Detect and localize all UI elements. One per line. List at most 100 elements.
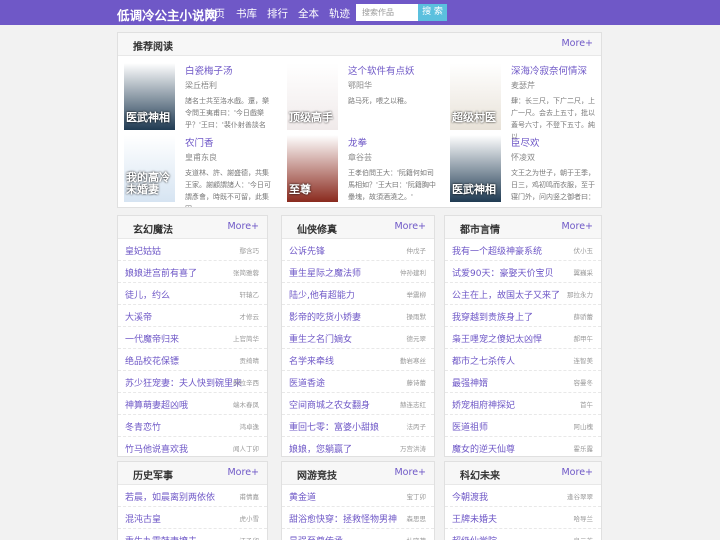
list-item[interactable]: 名学来牵线 勤岩寒丝 — [282, 349, 434, 371]
book-title[interactable]: 龙拳 — [348, 135, 367, 149]
list-item[interactable]: 皇妃姑姑 鄢含巧 — [118, 239, 267, 261]
list-item-title[interactable]: 若晨，如晨离别两依依 — [125, 490, 215, 503]
list-item[interactable]: 重生九零韩妻撩夫 江乙卯 — [118, 529, 267, 540]
list-item-title[interactable]: 神算萌妻超凶哦 — [125, 398, 188, 411]
book-cover-image[interactable]: 超级村医 — [450, 63, 501, 130]
nav-library[interactable]: 书库 — [236, 6, 257, 21]
list-item-title[interactable]: 公主在上，故国太子又来了 — [452, 288, 560, 301]
list-item[interactable]: 冬青恋竹 鸿卓逸 — [118, 415, 267, 437]
list-item[interactable]: 最强至尊传承 杜晓荷 — [282, 529, 434, 540]
list-item[interactable]: 我有一个超级神豪系统 伏小玉 — [445, 239, 601, 261]
category-more-link[interactable]: More+ — [561, 467, 593, 478]
book-title[interactable]: 农门香 — [185, 135, 214, 149]
list-item[interactable]: 公诉先锋 仲戊子 — [282, 239, 434, 261]
book-cover-image[interactable]: 医武神相 — [124, 63, 175, 130]
list-item-title[interactable]: 重生之名门嫡女 — [289, 332, 352, 345]
list-item-title[interactable]: 竹马他说喜欢我 — [125, 442, 188, 455]
category-more-link[interactable]: More+ — [394, 467, 426, 478]
search-input[interactable] — [356, 4, 418, 21]
list-item[interactable]: 医道祖师 阿山槐 — [445, 415, 601, 437]
list-item-title[interactable]: 绝品校花保镖 — [125, 354, 179, 367]
book-title[interactable]: 深海冷寂奈何情深 — [511, 63, 587, 77]
list-item-title[interactable]: 枭王嚜宠之傻妃太凶悍 — [452, 332, 542, 345]
list-item-title[interactable]: 影帝的吃货小娇妻 — [289, 310, 361, 323]
search-button[interactable]: 搜 索 — [418, 4, 447, 21]
list-item-title[interactable]: 重生九零韩妻撩夫 — [125, 534, 197, 540]
category-more-link[interactable]: More+ — [227, 467, 259, 478]
list-item[interactable]: 魔女的逆天仙尊 霍乐露 — [445, 437, 601, 456]
book-title[interactable]: 这个软件有点妖 — [348, 63, 415, 77]
site-logo[interactable]: 低调冷公主小说网 — [117, 5, 217, 24]
list-item-title[interactable]: 重回七零：富婆小甜娘 — [289, 420, 379, 433]
list-item[interactable]: 重回七零：富婆小甜娘 法丙子 — [282, 415, 434, 437]
list-item-title[interactable]: 大溪帝 — [125, 310, 152, 323]
list-item[interactable]: 娇宠相府神探妃 首午 — [445, 393, 601, 415]
list-item[interactable]: 今朝渡我 逢谷翠翠 — [445, 485, 601, 507]
list-item[interactable]: 若晨，如晨离别两依依 甫情嘉 — [118, 485, 267, 507]
list-item[interactable]: 大溪帝 才修云 — [118, 305, 267, 327]
list-item-title[interactable]: 重生星际之魔法师 — [289, 266, 361, 279]
list-item[interactable]: 娘娘，您躺赢了 万宫洪涛 — [282, 437, 434, 456]
list-item[interactable]: 试爱90天：豪娶天价宝贝 翼巍采 — [445, 261, 601, 283]
list-item-title[interactable]: 今朝渡我 — [452, 490, 488, 503]
list-item[interactable]: 混沌古皇 虎小雪 — [118, 507, 267, 529]
featured-book[interactable]: 我的高冷未婚妻 农门香 皇甫东良 支道林、許、謝盛德，共集王家。謝顧謂諸人：'今日可謂… — [124, 135, 274, 207]
nav-completed[interactable]: 全本 — [298, 6, 319, 21]
nav-home[interactable]: 首页 — [204, 6, 225, 21]
book-cover-image[interactable]: 我的高冷未婚妻 — [124, 135, 175, 202]
list-item[interactable]: 公主在上，故国太子又来了 那拉永力 — [445, 283, 601, 305]
list-item[interactable]: 甜浴愈快穿：拯救怪物男神 森思思 — [282, 507, 434, 529]
list-item-title[interactable]: 一代魔帝归来 — [125, 332, 179, 345]
list-item-title[interactable]: 我穿越到贵族身上了 — [452, 310, 533, 323]
list-item[interactable]: 娘娘进宫前有喜了 张简雅蓉 — [118, 261, 267, 283]
list-item-title[interactable]: 混沌古皇 — [125, 512, 161, 525]
list-item-title[interactable]: 冬青恋竹 — [125, 420, 161, 433]
list-item-title[interactable]: 娘娘，您躺赢了 — [289, 442, 352, 455]
featured-book[interactable]: 至尊 龙拳 章谷芸 王孝伯問王大：'阮籍何如司馬相如？'王大曰：'阮籍胸中壘塊，故須酒… — [287, 135, 437, 207]
list-item[interactable]: 徒儿，约么 轩辕乙 — [118, 283, 267, 305]
list-item-title[interactable]: 王牌未婚夫 — [452, 512, 497, 525]
list-item-title[interactable]: 陆少,他有超能力 — [289, 288, 355, 301]
list-item-title[interactable]: 公诉先锋 — [289, 244, 325, 257]
list-item[interactable]: 最强神婿 容曼冬 — [445, 371, 601, 393]
list-item[interactable]: 重生之名门嫡女 德元翠 — [282, 327, 434, 349]
list-item-title[interactable]: 试爱90天：豪娶天价宝贝 — [452, 266, 553, 279]
list-item-title[interactable]: 黄金道 — [289, 490, 316, 503]
list-item[interactable]: 都市之七杀传人 连智美 — [445, 349, 601, 371]
featured-book[interactable]: 医武神相 臣尽欢 怀凌双 文王之为世子，朝于王季，日三，鸡初鸣而衣服，至于寝门外，问内… — [450, 135, 600, 207]
list-item-title[interactable]: 最强至尊传承 — [289, 534, 343, 540]
list-item[interactable]: 影帝的吃货小娇妻 操雨默 — [282, 305, 434, 327]
book-title[interactable]: 臣尽欢 — [511, 135, 540, 149]
list-item[interactable]: 绝品校花保镖 贡绮晴 — [118, 349, 267, 371]
list-item[interactable]: 竹马他说喜欢我 闻人丁卯 — [118, 437, 267, 456]
list-item-title[interactable]: 最强神婿 — [452, 376, 488, 389]
list-item[interactable]: 神算萌妻超凶哦 端木春凤 — [118, 393, 267, 415]
list-item[interactable]: 重生星际之魔法师 仲孙建利 — [282, 261, 434, 283]
nav-history[interactable]: 轨迹 — [329, 6, 350, 21]
category-more-link[interactable]: More+ — [561, 221, 593, 232]
list-item[interactable]: 陆少,他有超能力 举震柳 — [282, 283, 434, 305]
list-item-title[interactable]: 超级仙学院 — [452, 534, 497, 540]
list-item-title[interactable]: 苏少狂宠妻：夫人快到碗里来 — [125, 376, 242, 389]
category-more-link[interactable]: More+ — [227, 221, 259, 232]
list-item[interactable]: 超级仙学院 泉元芳 — [445, 529, 601, 540]
list-item-title[interactable]: 空间商城之农女翻身 — [289, 398, 370, 411]
list-item[interactable]: 王牌未婚夫 哈导兰 — [445, 507, 601, 529]
list-item[interactable]: 医道香途 藤诗蕾 — [282, 371, 434, 393]
list-item-title[interactable]: 名学来牵线 — [289, 354, 334, 367]
list-item-title[interactable]: 都市之七杀传人 — [452, 354, 515, 367]
list-item-title[interactable]: 魔女的逆天仙尊 — [452, 442, 515, 455]
book-title[interactable]: 白瓷梅子汤 — [185, 63, 233, 77]
list-item[interactable]: 我穿越到贵族身上了 薛骄蕾 — [445, 305, 601, 327]
list-item[interactable]: 空间商城之农女翻身 赫连志红 — [282, 393, 434, 415]
book-cover-image[interactable]: 顶级高手 — [287, 63, 338, 130]
list-item-title[interactable]: 医道祖师 — [452, 420, 488, 433]
list-item[interactable]: 一代魔帝归来 上官简华 — [118, 327, 267, 349]
list-item-title[interactable]: 皇妃姑姑 — [125, 244, 161, 257]
list-item-title[interactable]: 娇宠相府神探妃 — [452, 398, 515, 411]
list-item-title[interactable]: 医道香途 — [289, 376, 325, 389]
featured-more-link[interactable]: More+ — [561, 38, 593, 49]
list-item-title[interactable]: 我有一个超级神豪系统 — [452, 244, 542, 257]
list-item[interactable]: 黄金道 宝丁卯 — [282, 485, 434, 507]
list-item-title[interactable]: 徒儿，约么 — [125, 288, 170, 301]
